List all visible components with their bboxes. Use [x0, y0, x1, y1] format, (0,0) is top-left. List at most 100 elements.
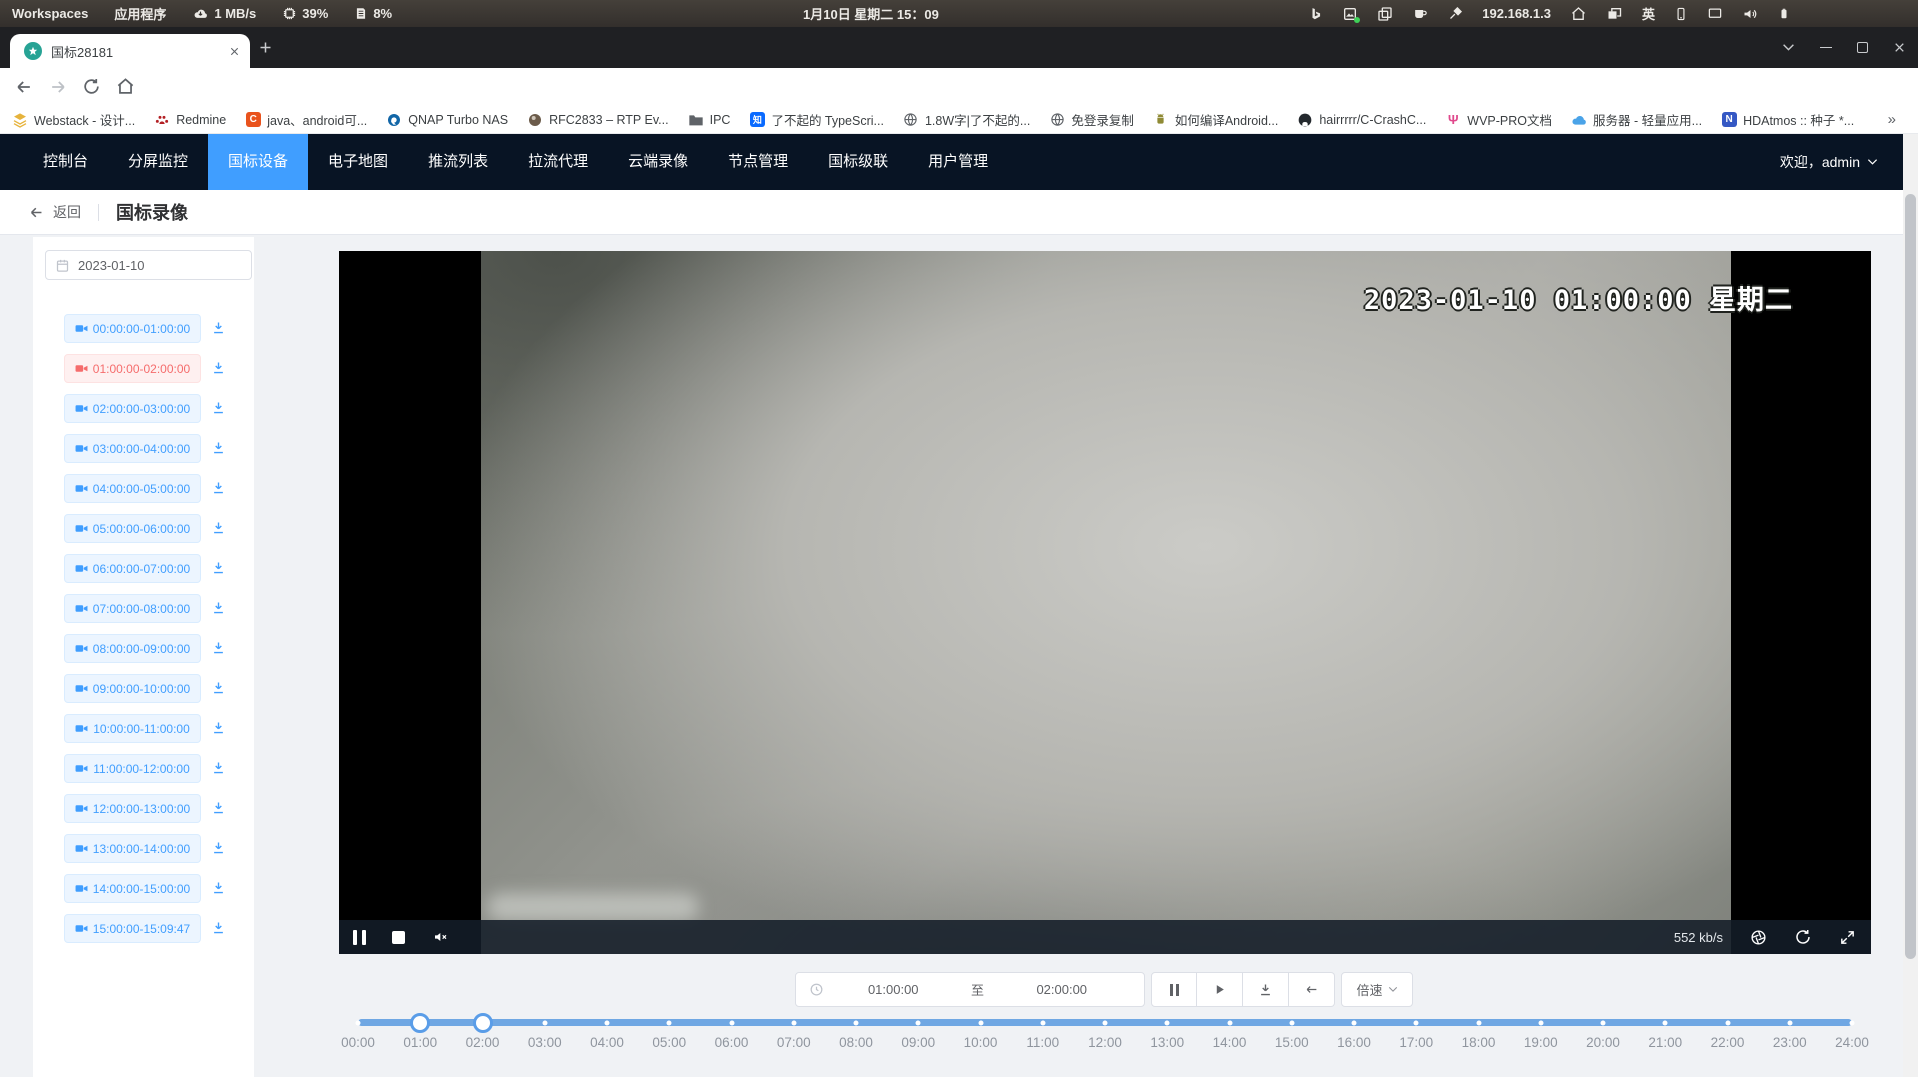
nav-item-7[interactable]: 云端录像	[608, 134, 708, 190]
tab-close-icon[interactable]	[229, 46, 240, 57]
nav-item-5[interactable]: 推流列表	[408, 134, 508, 190]
volume-icon[interactable]	[1742, 6, 1759, 22]
segment-button[interactable]: 02:00:00-03:00:00	[64, 394, 201, 423]
input-method-indicator[interactable]: 英	[1642, 4, 1655, 23]
nav-item-2[interactable]: 分屏监控	[108, 134, 208, 190]
segment-download-button[interactable]	[211, 480, 226, 495]
timeline-track[interactable]	[358, 1019, 1852, 1026]
segment-button[interactable]: 14:00:00-15:00:00	[64, 874, 201, 903]
screenshot-app-icon[interactable]	[1342, 6, 1358, 22]
timeline-stop[interactable]	[1103, 1020, 1108, 1025]
page-scrollbar[interactable]	[1903, 134, 1918, 1077]
scrollbar-thumb[interactable]	[1905, 194, 1916, 959]
segment-button[interactable]: 07:00:00-08:00:00	[64, 594, 201, 623]
nav-item-8[interactable]: 节点管理	[708, 134, 808, 190]
timeline-stop[interactable]	[1850, 1020, 1855, 1025]
segment-button[interactable]: 08:00:00-09:00:00	[64, 634, 201, 663]
window-switcher-icon[interactable]	[1606, 6, 1623, 22]
new-tab-button[interactable]	[258, 40, 273, 55]
seek-back-button[interactable]	[1289, 972, 1335, 1007]
nav-item-3[interactable]: 国标设备	[208, 134, 308, 190]
workspaces-button[interactable]: Workspaces	[12, 6, 88, 21]
fullscreen-icon[interactable]	[1839, 929, 1856, 946]
video-player[interactable]: 2023-01-10 01:00:00 星期二 552 kb/s	[339, 251, 1871, 954]
segment-button[interactable]: 11:00:00-12:00:00	[64, 754, 201, 783]
segment-download-button[interactable]	[211, 640, 226, 655]
timeline-stop[interactable]	[791, 1020, 796, 1025]
segment-download-button[interactable]	[211, 760, 226, 775]
timeline-stop[interactable]	[1476, 1020, 1481, 1025]
segment-button[interactable]: 05:00:00-06:00:00	[64, 514, 201, 543]
segment-button[interactable]: 10:00:00-11:00:00	[64, 714, 201, 743]
coffee-icon[interactable]	[1412, 6, 1429, 22]
bookmark-item[interactable]: Redmine	[154, 112, 226, 128]
nav-item-4[interactable]: 电子地图	[308, 134, 408, 190]
bookmark-item[interactable]: 1.8W字|了不起的...	[903, 110, 1030, 129]
bookmark-item[interactable]: 免登录复制	[1049, 110, 1134, 129]
timeline-stop[interactable]	[1227, 1020, 1232, 1025]
segment-download-button[interactable]	[211, 720, 226, 735]
bookmark-item[interactable]: 如何编译Android...	[1153, 110, 1279, 129]
download-button[interactable]	[1243, 972, 1289, 1007]
battery-icon[interactable]	[1778, 5, 1790, 22]
timeline-stop[interactable]	[1601, 1020, 1606, 1025]
stop-icon[interactable]	[392, 931, 405, 944]
segment-download-button[interactable]	[211, 560, 226, 575]
bookmark-item[interactable]: ΨWVP-PRO文档	[1445, 110, 1552, 129]
clock[interactable]: 1月10日 星期二 15：09	[803, 0, 939, 27]
bookmark-item[interactable]: 服务器 - 轻量应用...	[1571, 110, 1702, 129]
segment-button[interactable]: 01:00:00-02:00:00	[64, 354, 201, 383]
timeline-stop[interactable]	[1289, 1020, 1294, 1025]
tab-search-icon[interactable]	[1782, 43, 1795, 52]
copy-icon[interactable]	[1377, 6, 1393, 22]
nav-item-9[interactable]: 国标级联	[808, 134, 908, 190]
timeline-stop[interactable]	[916, 1020, 921, 1025]
ip-address[interactable]: 192.168.1.3	[1482, 6, 1551, 21]
segment-download-button[interactable]	[211, 440, 226, 455]
browser-tab[interactable]: 国标28181	[10, 34, 250, 68]
minimize-icon[interactable]	[1820, 47, 1832, 49]
maximize-icon[interactable]	[1857, 42, 1868, 53]
pause-icon[interactable]	[353, 930, 366, 945]
close-window-icon[interactable]	[1893, 41, 1906, 54]
timeline-stop[interactable]	[1414, 1020, 1419, 1025]
bookmark-item[interactable]: IPC	[688, 112, 731, 128]
home-icon[interactable]	[1570, 6, 1587, 22]
segment-button[interactable]: 09:00:00-10:00:00	[64, 674, 201, 703]
snapshot-aperture-icon[interactable]	[1750, 929, 1767, 946]
segment-button[interactable]: 03:00:00-04:00:00	[64, 434, 201, 463]
timeline-stop[interactable]	[1787, 1020, 1792, 1025]
back-button[interactable]: 返回	[28, 202, 81, 222]
segment-download-button[interactable]	[211, 680, 226, 695]
nav-item-1[interactable]: 控制台	[23, 134, 108, 190]
bing-icon[interactable]	[1309, 6, 1323, 22]
pause-button[interactable]	[1151, 972, 1197, 1007]
timeline-stop[interactable]	[978, 1020, 983, 1025]
timeline-start-handle[interactable]	[410, 1013, 430, 1033]
timeline-stop[interactable]	[542, 1020, 547, 1025]
welcome-menu[interactable]: 欢迎，admin	[1780, 134, 1878, 190]
bookmark-item[interactable]: hairrrrr/C-CrashC...	[1297, 112, 1426, 128]
segment-download-button[interactable]	[211, 400, 226, 415]
segment-download-button[interactable]	[211, 800, 226, 815]
nav-item-10[interactable]: 用户管理	[908, 134, 1008, 190]
segment-button[interactable]: 13:00:00-14:00:00	[64, 834, 201, 863]
segment-button[interactable]: 12:00:00-13:00:00	[64, 794, 201, 823]
segment-download-button[interactable]	[211, 520, 226, 535]
segment-download-button[interactable]	[211, 840, 226, 855]
timeline-stop[interactable]	[1663, 1020, 1668, 1025]
timeline-stop[interactable]	[1352, 1020, 1357, 1025]
bookmark-item[interactable]: QNAP Turbo NAS	[386, 112, 508, 128]
bookmark-item[interactable]: Webstack - 设计...	[12, 110, 135, 129]
range-start[interactable]: 01:00:00	[824, 982, 963, 997]
segment-download-button[interactable]	[211, 320, 226, 335]
segment-download-button[interactable]	[211, 600, 226, 615]
bookmark-item[interactable]: Cjava、android可...	[245, 110, 367, 129]
timeline-stop[interactable]	[605, 1020, 610, 1025]
timeline-stop[interactable]	[667, 1020, 672, 1025]
speed-dropdown[interactable]: 倍速	[1341, 972, 1413, 1007]
segment-button[interactable]: 00:00:00-01:00:00	[64, 314, 201, 343]
timeline-stop[interactable]	[729, 1020, 734, 1025]
play-button[interactable]	[1197, 972, 1243, 1007]
segment-download-button[interactable]	[211, 920, 226, 935]
